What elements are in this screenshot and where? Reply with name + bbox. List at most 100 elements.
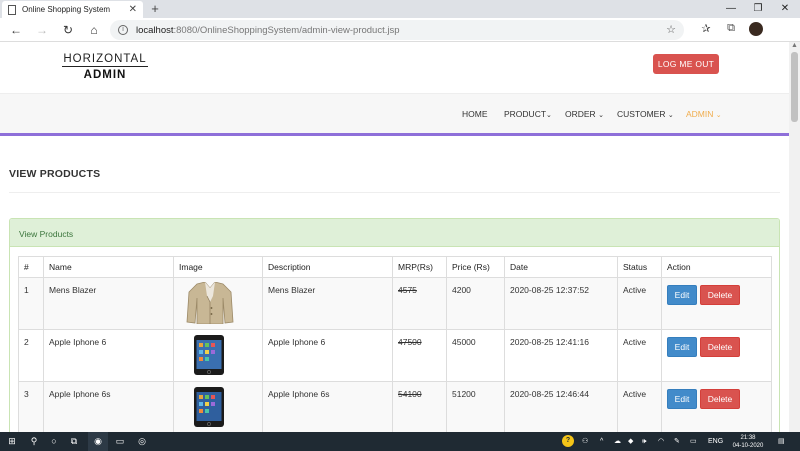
edit-button[interactable]: Edit [667,285,697,305]
product-name: Mens Blazer [43,277,174,330]
browser-tab-bar: Online Shopping System ✕ + — ❐ ✕ [0,0,800,18]
close-tab-icon[interactable]: ✕ [129,4,137,15]
notifications-icon[interactable]: ▤ [778,432,785,451]
product-mrp: 4575 [392,277,447,330]
product-description: Apple Iphone 6s [262,381,393,432]
windows-start-icon[interactable]: ⊞ [2,432,22,451]
cortana-icon[interactable]: ○ [44,432,64,451]
address-bar[interactable]: i localhost :8080/OnlineShoppingSystem/a… [110,20,684,40]
product-image-cell [173,329,263,382]
column-header: Price (Rs) [446,256,505,278]
task-view-icon[interactable]: ⧉ [64,432,84,451]
nav-customer-label: CUSTOMER [617,109,666,119]
brand-logo[interactable]: HORIZONTAL ADMIN [62,53,148,81]
product-price: 4200 [446,277,505,330]
nav-home-label: HOME [462,109,488,119]
product-mrp: 47500 [392,329,447,382]
browser-tab[interactable]: Online Shopping System ✕ [2,1,143,18]
people-icon[interactable]: ⚇ [582,432,588,451]
product-date: 2020-08-25 12:46:44 [504,381,618,432]
delete-button[interactable]: Delete [700,285,740,305]
new-tab-icon[interactable]: + [148,1,162,17]
nav-item-product[interactable]: PRODUCT⌄ [504,109,552,119]
profile-avatar[interactable] [749,22,763,36]
table-row: 3 Apple Iphone 6s Apple Iphone 6s 54100 … [18,381,772,432]
nav-item-order[interactable]: ORDER ⌄ [565,109,604,119]
terminal-icon[interactable]: ▭ [110,432,130,451]
nav-order-label: ORDER [565,109,596,119]
row-number: 3 [18,381,44,432]
refresh-icon[interactable]: ↻ [58,20,78,40]
title-divider [9,192,780,193]
panel-heading: View Products [10,219,779,247]
delete-button[interactable]: Delete [700,337,740,357]
table-header-row: # Name Image Description MRP(Rs) Price (… [18,256,772,278]
collections-icon[interactable]: ⧉ [722,22,740,38]
nav-item-customer[interactable]: CUSTOMER ⌄ [617,109,674,119]
phone-image [194,387,224,427]
scroll-up-icon[interactable]: ▲ [791,42,798,49]
scroll-thumb[interactable] [791,52,798,122]
back-icon[interactable]: ← [6,20,26,40]
home-icon[interactable]: ⌂ [84,20,104,40]
nav-product-label: PRODUCT [504,109,547,119]
nav-item-admin[interactable]: ADMIN ⌄ [686,109,722,119]
column-header: Description [262,256,393,278]
page-viewport: HORIZONTAL ADMIN LOG ME OUT HOME PRODUCT… [0,42,789,432]
app-icon[interactable]: ◎ [132,432,152,451]
edit-button[interactable]: Edit [667,337,697,357]
products-panel: View Products # Name Image Description M… [9,218,780,432]
system-clock[interactable]: 21:38 04-10-2020 [728,434,768,450]
action-cell: Edit Delete [661,277,772,330]
chevron-down-icon: ⌄ [667,112,674,119]
logout-button[interactable]: LOG ME OUT [653,54,719,74]
battery-icon[interactable]: ▭ [690,432,697,451]
column-header: # [18,256,44,278]
clock-time: 21:38 [740,435,756,441]
maximize-icon[interactable]: ❐ [745,0,771,18]
brand-bottom-text: ADMIN [83,69,127,81]
volume-icon[interactable]: 🕪 [642,432,646,451]
windows-taskbar: ⊞ ⚲ ○ ⧉ ◉ ▭ ◎ ? ⚇ ^ ☁ ◆ 🕪 ◠ ✎ ▭ ENG 21:3… [0,432,800,451]
table-row: 2 Apple Iphone 6 Apple Iphone 6 47500 45… [18,329,772,382]
show-hidden-icons-icon[interactable]: ^ [600,432,603,451]
column-header: Status [617,256,662,278]
site-header: HORIZONTAL ADMIN LOG ME OUT [0,42,789,94]
products-table: # Name Image Description MRP(Rs) Price (… [18,256,772,432]
product-description: Apple Iphone 6 [262,329,393,382]
edge-browser-icon[interactable]: ◉ [88,432,108,451]
favorites-icon[interactable]: ✰ [697,22,715,38]
close-window-icon[interactable]: ✕ [772,0,798,18]
page-scrollbar[interactable]: ▲ [789,42,800,432]
product-name: Apple Iphone 6s [43,381,174,432]
edit-button[interactable]: Edit [667,389,697,409]
forward-icon[interactable]: → [32,20,52,40]
panel-body: # Name Image Description MRP(Rs) Price (… [10,247,779,432]
dropbox-icon[interactable]: ◆ [628,432,633,451]
column-header: Action [661,256,772,278]
help-icon[interactable]: ? [562,435,574,447]
product-image-cell [173,381,263,432]
chevron-down-icon: ⌄ [546,112,552,119]
favorite-star-icon[interactable]: ☆ [666,23,676,36]
nav-item-home[interactable]: HOME [462,109,488,119]
delete-button[interactable]: Delete [700,389,740,409]
info-icon[interactable]: i [118,25,128,35]
chevron-down-icon: ⌄ [598,112,604,119]
row-number: 1 [18,277,44,330]
tab-title: Online Shopping System [22,5,111,14]
main-navbar: HOME PRODUCT⌄ ORDER ⌄ CUSTOMER ⌄ ADMIN ⌄ [0,94,789,136]
search-icon[interactable]: ⚲ [24,432,44,451]
wifi-icon[interactable]: ◠ [658,432,664,451]
page-icon [8,4,16,15]
column-header: MRP(Rs) [392,256,447,278]
product-image-cell [173,277,263,330]
chevron-down-icon: ⌄ [715,112,722,119]
minimize-icon[interactable]: — [718,0,744,18]
cloud-icon[interactable]: ☁ [614,432,621,451]
column-header: Image [173,256,263,278]
language-indicator[interactable]: ENG [708,432,723,451]
browser-toolbar: ← → ↻ ⌂ i localhost :8080/OnlineShopping… [0,18,800,53]
product-description: Mens Blazer [262,277,393,330]
pen-icon[interactable]: ✎ [674,432,680,451]
